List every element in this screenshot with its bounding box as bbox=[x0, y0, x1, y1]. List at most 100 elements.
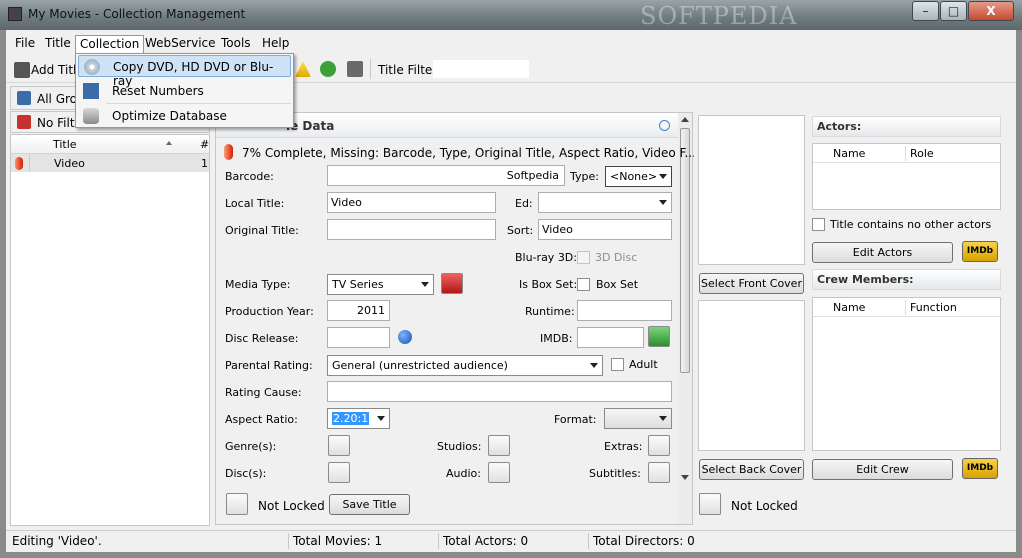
front-cover-image[interactable] bbox=[698, 115, 805, 265]
title-filter-label: Title Filter bbox=[378, 63, 438, 77]
info-icon[interactable] bbox=[659, 120, 670, 131]
vertical-scrollbar[interactable] bbox=[678, 113, 692, 524]
extras-label: Extras: bbox=[604, 440, 643, 453]
barcode-label: Barcode: bbox=[225, 170, 274, 183]
warning-icon[interactable] bbox=[295, 61, 311, 77]
menu-item-copy-dvd[interactable]: Copy DVD, HD DVD or Blu-ray bbox=[78, 55, 291, 88]
actors-table[interactable]: Name Role bbox=[812, 143, 1001, 210]
barcode-input[interactable]: Softpedia bbox=[327, 165, 565, 186]
menu-tools[interactable]: Tools bbox=[217, 35, 255, 54]
status-total-directors: Total Directors: 0 bbox=[593, 534, 695, 548]
adult-checkbox[interactable] bbox=[611, 358, 624, 371]
column-function[interactable]: Function bbox=[910, 301, 957, 314]
menu-item-optimize-database[interactable]: Optimize Database bbox=[78, 105, 291, 127]
select-front-cover-button[interactable]: Select Front Cover bbox=[699, 273, 804, 294]
format-select[interactable] bbox=[604, 408, 672, 429]
production-year-input[interactable]: 2011 bbox=[327, 300, 390, 321]
media-type-select[interactable]: TV Series bbox=[327, 274, 434, 295]
scroll-up-arrow[interactable] bbox=[681, 117, 689, 122]
sort-label: Sort: bbox=[507, 224, 534, 237]
sort-input[interactable]: Video bbox=[538, 219, 672, 240]
minimize-button[interactable]: – bbox=[912, 1, 939, 21]
imdb-actors-icon[interactable]: IMDb bbox=[962, 241, 998, 262]
close-button[interactable]: X bbox=[968, 1, 1014, 21]
extras-list-icon[interactable] bbox=[648, 435, 670, 456]
local-title-input[interactable]: Video bbox=[327, 192, 496, 213]
bluray3d-checkbox[interactable] bbox=[577, 251, 590, 264]
imdb-crew-icon[interactable]: IMDb bbox=[962, 458, 998, 479]
help-book-icon[interactable] bbox=[441, 273, 463, 294]
edition-label: Ed: bbox=[515, 197, 533, 210]
menu-help[interactable]: Help bbox=[258, 35, 293, 54]
local-title-label: Local Title: bbox=[225, 197, 285, 210]
edition-select[interactable] bbox=[538, 192, 672, 213]
column-count[interactable]: # bbox=[200, 138, 209, 151]
subtitles-icon[interactable] bbox=[648, 462, 670, 483]
rating-cause-input[interactable] bbox=[327, 381, 672, 402]
parental-rating-label: Parental Rating: bbox=[225, 359, 313, 372]
imdb-label: IMDB: bbox=[540, 332, 573, 345]
cover-lock-icon[interactable] bbox=[699, 493, 721, 515]
actors-header: Actors: bbox=[817, 120, 862, 133]
help-icon[interactable] bbox=[398, 330, 412, 344]
edit-actors-button[interactable]: Edit Actors bbox=[812, 242, 953, 263]
audio-label: Audio: bbox=[446, 467, 481, 480]
refresh-icon[interactable] bbox=[320, 61, 336, 77]
clapperboard-icon[interactable] bbox=[347, 61, 363, 77]
menu-file[interactable]: File bbox=[11, 35, 39, 54]
clapperboard-icon[interactable] bbox=[14, 62, 30, 78]
format-label: Format: bbox=[554, 413, 597, 426]
column-title[interactable]: Title bbox=[53, 138, 77, 151]
crew-table[interactable]: Name Function bbox=[812, 297, 1001, 451]
edit-crew-button[interactable]: Edit Crew bbox=[812, 459, 953, 480]
scroll-down-arrow[interactable] bbox=[681, 475, 689, 480]
speaker-icon[interactable] bbox=[488, 462, 510, 483]
original-title-input[interactable] bbox=[327, 219, 496, 240]
disc-icon[interactable] bbox=[328, 462, 350, 483]
menu-title[interactable]: Title bbox=[41, 35, 75, 54]
column-name[interactable]: Name bbox=[833, 301, 865, 314]
discs-label: Disc(s): bbox=[225, 467, 267, 480]
production-year-label: Production Year: bbox=[225, 305, 314, 318]
sort-ascending-icon bbox=[166, 141, 172, 145]
runtime-label: Runtime: bbox=[525, 305, 575, 318]
disc-release-input[interactable] bbox=[327, 327, 390, 348]
save-title-button[interactable]: Save Title bbox=[329, 494, 410, 515]
menu-collection[interactable]: Collection bbox=[75, 35, 145, 54]
scroll-thumb[interactable] bbox=[680, 128, 690, 373]
select-back-cover-button[interactable]: Select Back Cover bbox=[699, 459, 804, 480]
runtime-input[interactable] bbox=[577, 300, 672, 321]
aspect-ratio-select[interactable]: 2.20:1 bbox=[327, 408, 390, 429]
studios-clapperboard-icon[interactable] bbox=[488, 435, 510, 456]
imdb-input[interactable] bbox=[577, 327, 644, 348]
back-cover-image[interactable] bbox=[698, 300, 805, 451]
menu-webservice[interactable]: WebService bbox=[141, 35, 220, 54]
parental-rating-select[interactable]: General (unrestricted audience) bbox=[327, 355, 603, 376]
window-titlebar[interactable]: My Movies - Collection Management SOFTPE… bbox=[0, 0, 1022, 30]
lock-icon[interactable] bbox=[226, 493, 248, 515]
maximize-button[interactable]: □ bbox=[940, 1, 967, 21]
title-list[interactable]: Title # Video 1 bbox=[10, 134, 210, 526]
chevron-down-icon bbox=[377, 416, 385, 421]
no-other-actors-checkbox[interactable] bbox=[812, 218, 825, 231]
group-icon bbox=[17, 91, 31, 105]
crew-header: Crew Members: bbox=[817, 273, 914, 286]
database-icon bbox=[83, 108, 99, 124]
type-select[interactable]: <None> bbox=[605, 166, 672, 187]
actors-header-bar: Actors: bbox=[812, 116, 1001, 137]
no-other-actors-label: Title contains no other actors bbox=[830, 218, 992, 231]
menu-item-reset-numbers[interactable]: Reset Numbers bbox=[78, 80, 291, 102]
app-icon[interactable] bbox=[8, 7, 22, 21]
column-role[interactable]: Role bbox=[910, 147, 934, 160]
toolbar-separator bbox=[370, 59, 371, 79]
title-filter-input[interactable] bbox=[432, 59, 530, 79]
table-row[interactable]: Video 1 bbox=[11, 154, 209, 172]
crew-header-bar: Crew Members: bbox=[812, 269, 1001, 290]
column-name[interactable]: Name bbox=[833, 147, 865, 160]
genres-label: Genre(s): bbox=[225, 440, 277, 453]
genres-list-icon[interactable] bbox=[328, 435, 350, 456]
menu-bar: File Title Collection WebService Tools H… bbox=[6, 32, 1016, 54]
hash-numbers-icon bbox=[83, 83, 99, 99]
imdb-lookup-icon[interactable] bbox=[648, 326, 670, 347]
box-set-checkbox[interactable] bbox=[577, 278, 590, 291]
